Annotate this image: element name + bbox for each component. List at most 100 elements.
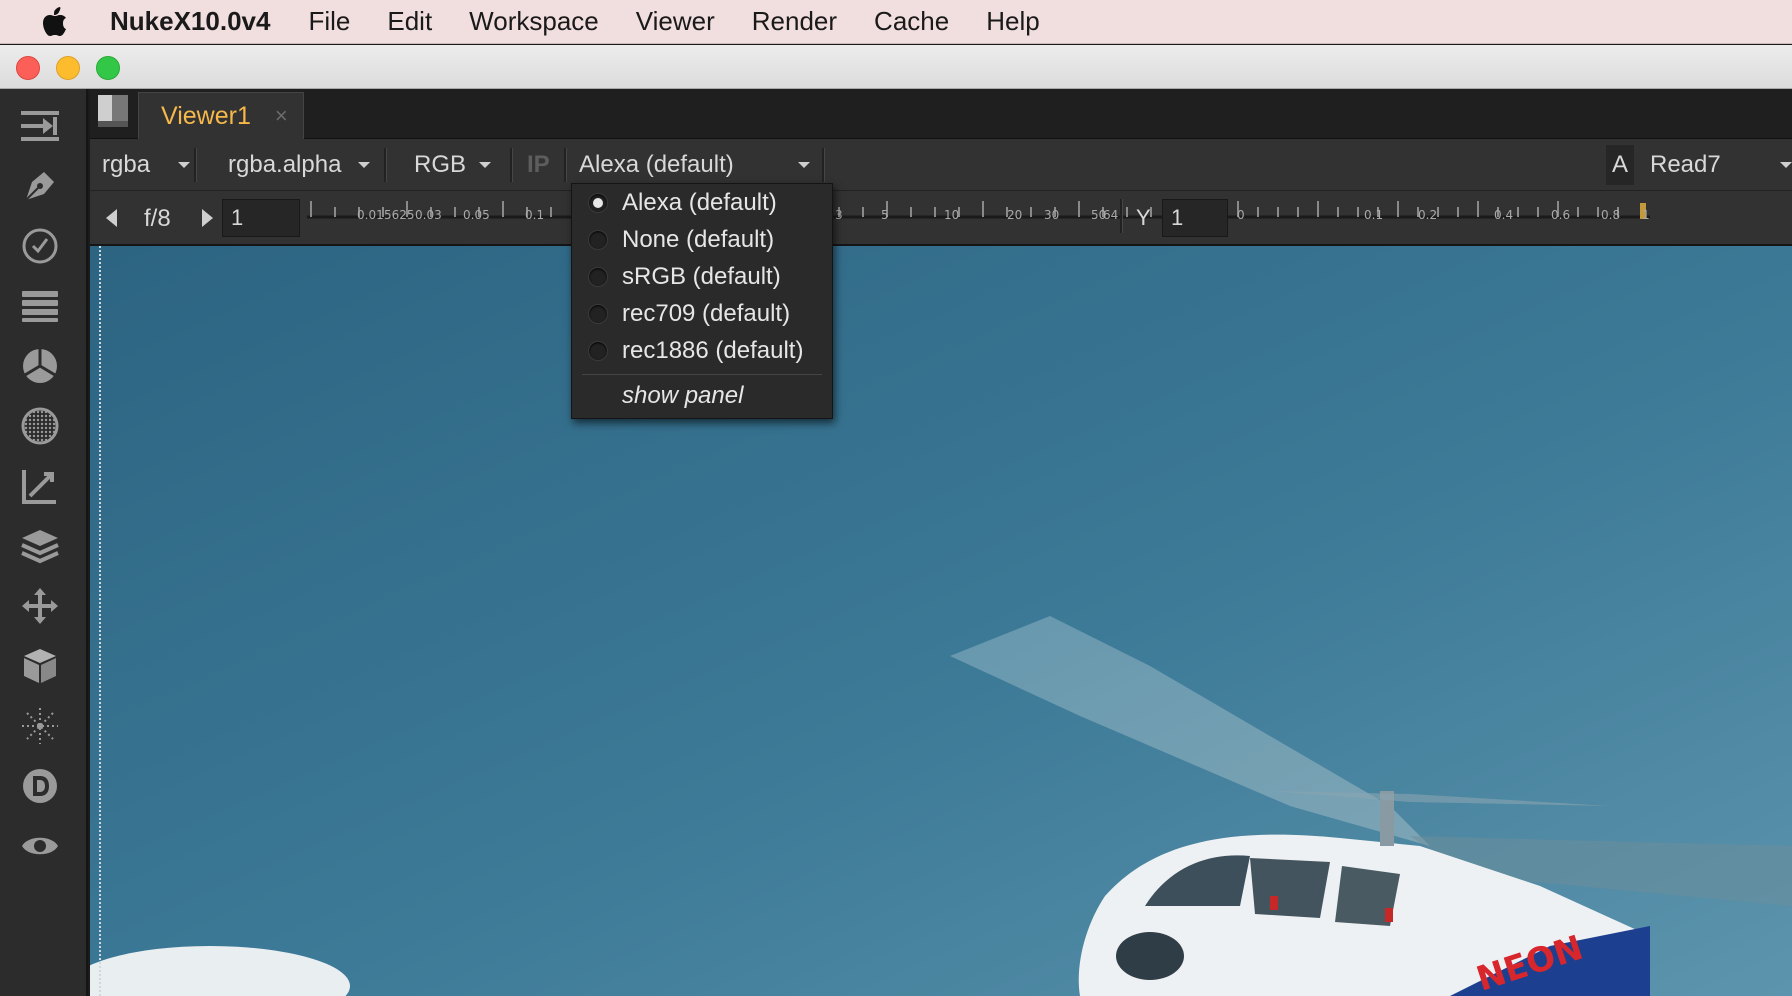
- input-process-toggle[interactable]: IP: [527, 139, 550, 191]
- viewer-process-menu: Alexa (default) None (default) sRGB (def…: [571, 183, 833, 419]
- menu-option-label: rec709 (default): [622, 300, 791, 327]
- pane-menu-icon[interactable]: [98, 95, 128, 127]
- radio-icon: [588, 341, 608, 361]
- menu-file[interactable]: File: [308, 6, 350, 37]
- input-a-label: A: [1606, 145, 1634, 185]
- color-icon[interactable]: [18, 344, 62, 388]
- input-node-value: Read7: [1650, 151, 1721, 178]
- chevron-down-icon: [1780, 162, 1792, 168]
- gain-tick-label: 0.03: [415, 208, 442, 222]
- gamma-tick-label: 0.2: [1418, 208, 1438, 222]
- divider: [510, 148, 513, 182]
- particles-icon[interactable]: [18, 704, 62, 748]
- radio-icon: [588, 230, 608, 250]
- alpha-channel-dropdown[interactable]: rgba.alpha: [228, 139, 370, 191]
- divider: [1120, 199, 1123, 233]
- gamma-tick-label: 0.6: [1551, 208, 1571, 222]
- show-panel-item[interactable]: show panel: [622, 382, 743, 410]
- gain-field[interactable]: 1: [222, 199, 300, 237]
- menu-option-rec1886[interactable]: rec1886 (default): [572, 332, 832, 370]
- divider: [194, 148, 197, 182]
- menu-option-srgb[interactable]: sRGB (default): [572, 258, 832, 296]
- tab-label: Viewer1: [161, 101, 251, 130]
- views-icon[interactable]: [18, 824, 62, 868]
- channel-icon[interactable]: [18, 284, 62, 328]
- gamma-tick-label: 0.1: [1364, 208, 1384, 222]
- menu-workspace[interactable]: Workspace: [469, 6, 599, 37]
- menu-viewer[interactable]: Viewer: [636, 6, 715, 37]
- fstop-increase-icon[interactable]: [202, 209, 213, 227]
- time-icon[interactable]: [18, 224, 62, 268]
- alpha-channel-value: rgba.alpha: [228, 151, 342, 178]
- zoom-window-button[interactable]: [96, 56, 120, 80]
- gain-tick-label: 10: [944, 208, 960, 222]
- fstop-label: f/8: [144, 205, 171, 232]
- viewer-controls-top: rgba rgba.alpha RGB IP Alexa (default) A…: [90, 139, 1792, 191]
- gamma-label: Y: [1136, 205, 1151, 230]
- keyer-icon[interactable]: [18, 464, 62, 508]
- gamma-tick-label: 0.8: [1601, 208, 1621, 222]
- node-toolbar: [0, 89, 88, 996]
- gain-tick-label: 30: [1044, 208, 1060, 222]
- radio-icon: [588, 304, 608, 324]
- gain-tick-label: 3: [835, 208, 843, 222]
- menu-option-label: Alexa (default): [622, 189, 777, 216]
- gain-tick-label: 64: [1103, 208, 1119, 222]
- menu-option-label: None (default): [622, 226, 775, 253]
- channels-dropdown[interactable]: rgba: [102, 139, 192, 191]
- gain-tick-label: 20: [1007, 208, 1023, 222]
- viewer-canvas[interactable]: NEON: [90, 246, 1792, 996]
- display-channels-value: RGB: [414, 151, 467, 178]
- transform-icon[interactable]: [18, 584, 62, 628]
- gain-tick-label: 0.05: [463, 208, 490, 222]
- chevron-down-icon: [479, 162, 491, 168]
- close-window-button[interactable]: [16, 56, 40, 80]
- viewer-controls-bottom: f/8 1 0.01 5625 0.03 0.05 0.1 3 5 10 20 …: [90, 191, 1792, 246]
- menu-option-none[interactable]: None (default): [572, 221, 832, 259]
- radio-icon: [588, 267, 608, 287]
- divider: [384, 148, 387, 182]
- filter-icon[interactable]: [18, 404, 62, 448]
- menu-edit[interactable]: Edit: [387, 6, 432, 37]
- radio-selected-icon: [588, 193, 608, 213]
- gain-tick-label: 5: [881, 208, 889, 222]
- ip-label: IP: [527, 151, 550, 178]
- chevron-down-icon: [178, 162, 190, 168]
- menu-option-label: sRGB (default): [622, 263, 781, 290]
- app-name[interactable]: NukeX10.0v4: [110, 6, 270, 37]
- image-io-icon[interactable]: [18, 104, 62, 148]
- menu-divider: [582, 374, 822, 375]
- deep-icon[interactable]: [18, 764, 62, 808]
- viewer-process-value: Alexa (default): [579, 151, 734, 178]
- menu-render[interactable]: Render: [752, 6, 837, 37]
- input-node-dropdown[interactable]: Read7: [1650, 139, 1792, 191]
- divider: [822, 148, 825, 182]
- display-channels-dropdown[interactable]: RGB: [414, 139, 494, 191]
- pane-tabbar: Viewer1 ×: [90, 89, 1792, 139]
- gamma-slider[interactable]: [1232, 195, 1652, 243]
- draw-icon[interactable]: [18, 164, 62, 208]
- divider: [564, 148, 567, 182]
- apple-icon[interactable]: [42, 6, 70, 37]
- chevron-down-icon: [798, 162, 810, 168]
- fstop-decrease-icon[interactable]: [106, 209, 117, 227]
- menu-option-alexa[interactable]: Alexa (default): [572, 184, 832, 222]
- gain-tick-label: 5625: [384, 208, 415, 222]
- tab-viewer1[interactable]: Viewer1 ×: [138, 92, 304, 139]
- menu-help[interactable]: Help: [986, 6, 1039, 37]
- gain-tick-label: 0.01: [357, 208, 384, 222]
- menu-option-rec709[interactable]: rec709 (default): [572, 295, 832, 333]
- gain-tick-label: 0.1: [525, 208, 545, 222]
- window-titlebar: [0, 45, 1792, 89]
- gamma-tick-label: 1: [1642, 208, 1650, 222]
- minimize-window-button[interactable]: [56, 56, 80, 80]
- format-boundary: [99, 246, 103, 996]
- 3d-icon[interactable]: [18, 644, 62, 688]
- merge-icon[interactable]: [18, 524, 62, 568]
- menu-option-label: rec1886 (default): [622, 337, 804, 364]
- gamma-field[interactable]: 1: [1162, 199, 1228, 237]
- close-tab-icon[interactable]: ×: [275, 103, 288, 129]
- menubar: NukeX10.0v4 File Edit Workspace Viewer R…: [0, 0, 1792, 44]
- gamma-tick-label: 0.4: [1494, 208, 1514, 222]
- menu-cache[interactable]: Cache: [874, 6, 949, 37]
